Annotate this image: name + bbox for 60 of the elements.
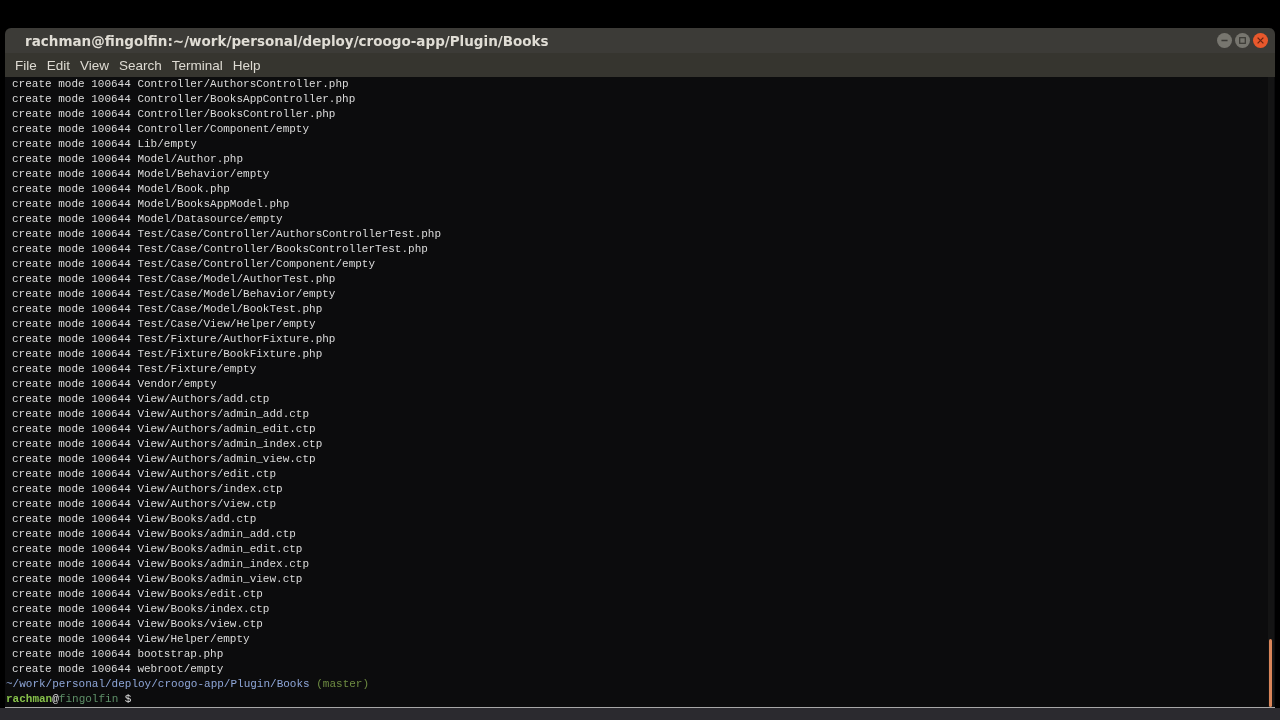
terminal-line: create mode 100644 Model/BooksAppModel.php <box>11 197 290 212</box>
terminal-line: create mode 100644 View/Authors/edit.ctp <box>11 467 277 482</box>
terminal-line: create mode 100644 Test/Case/Model/BookTest.php <box>11 302 323 317</box>
git-branch: (master) <box>316 677 370 692</box>
terminal-line: create mode 100644 View/Authors/admin_view.ctp <box>11 452 316 467</box>
terminal-line: create mode 100644 Test/Case/Controller/Component/empty <box>11 257 376 272</box>
terminal-line: create mode 100644 Test/Fixture/empty <box>11 362 257 377</box>
maximize-button[interactable] <box>1235 33 1250 48</box>
terminal-line: create mode 100644 View/Books/admin_index.ctp <box>11 557 310 572</box>
terminal-line: create mode 100644 Model/Datasource/empty <box>11 212 283 227</box>
terminal-line: create mode 100644 Model/Author.php <box>11 152 244 167</box>
terminal-line: create mode 100644 View/Books/admin_add.ctp <box>11 527 296 542</box>
terminal-line: create mode 100644 View/Books/index.ctp <box>11 602 270 617</box>
menu-item[interactable]: File <box>10 57 42 73</box>
menu-item[interactable]: Search <box>114 57 167 73</box>
terminal-line: create mode 100644 View/Books/admin_view.ctp <box>11 572 303 587</box>
terminal-line: create mode 100644 View/Books/edit.ctp <box>11 587 263 602</box>
at-sign: @ <box>52 692 59 707</box>
terminal-line: create mode 100644 View/Authors/admin_index.ctp <box>11 437 323 452</box>
prompt-host: fingolfin <box>58 692 119 707</box>
terminal-line: create mode 100644 Model/Book.php <box>11 182 230 197</box>
terminal-line: create mode 100644 Controller/Component/empty <box>11 122 310 137</box>
terminal-line: create mode 100644 Test/Case/Controller/AuthorsControllerTest.php <box>11 227 442 242</box>
menu-item[interactable]: Terminal <box>166 57 228 73</box>
terminal-line: create mode 100644 Test/Case/Model/AuthorTest.php <box>11 272 336 287</box>
terminal-line: create mode 100644 View/Books/view.ctp <box>11 617 263 632</box>
terminal-line: create mode 100644 webroot/empty <box>11 662 224 677</box>
menu-item[interactable]: Help <box>227 57 266 73</box>
terminal-line: create mode 100644 Lib/empty <box>11 137 197 152</box>
terminal-line: create mode 100644 Vendor/empty <box>11 377 217 392</box>
terminal-line: create mode 100644 Controller/BooksController.php <box>11 107 336 122</box>
terminal-line: create mode 100644 Controller/AuthorsController.php <box>11 77 349 92</box>
minimize-icon <box>1221 37 1228 44</box>
close-button[interactable] <box>1253 33 1268 48</box>
terminal-line: create mode 100644 Test/Fixture/AuthorFixture.php <box>11 332 336 347</box>
window-title: rachman@fingolfin:~/work/personal/deploy/croogo-app/Plugin/Books <box>25 32 549 49</box>
terminal-line: create mode 100644 Test/Fixture/BookFixture.php <box>11 347 323 362</box>
terminal-line: create mode 100644 Test/Case/View/Helper/empty <box>11 317 316 332</box>
terminal-line: create mode 100644 View/Books/admin_edit.ctp <box>11 542 303 557</box>
menu-item[interactable]: View <box>75 57 115 73</box>
terminal-line: create mode 100644 View/Helper/empty <box>11 632 250 647</box>
scrollbar-thumb[interactable] <box>1269 639 1272 707</box>
minimize-button[interactable] <box>1217 33 1232 48</box>
prompt-symbol: $ <box>124 692 132 707</box>
terminal-line: create mode 100644 Controller/BooksAppController.php <box>11 92 356 107</box>
working-directory: ~/work/personal/deploy/croogo-app/Plugin/Books <box>6 677 310 692</box>
terminal-line: create mode 100644 View/Authors/add.ctp <box>11 392 270 407</box>
terminal-line: create mode 100644 View/Books/add.ctp <box>11 512 257 527</box>
terminal-line: create mode 100644 View/Authors/view.ctp <box>11 497 277 512</box>
terminal-line: create mode 100644 View/Authors/admin_add.ctp <box>11 407 310 422</box>
terminal-line: create mode 100644 Model/Behavior/empty <box>11 167 270 182</box>
terminal-line: create mode 100644 View/Authors/index.ctp <box>11 482 283 497</box>
prompt-user: rachman <box>6 692 53 707</box>
terminal-line: create mode 100644 Test/Case/Controller/BooksControllerTest.php <box>11 242 428 257</box>
terminal-line: create mode 100644 Test/Case/Model/Behavior/empty <box>11 287 336 302</box>
close-icon <box>1257 37 1264 44</box>
terminal-line: create mode 100644 View/Authors/admin_edit.ctp <box>11 422 316 437</box>
maximize-icon <box>1239 37 1246 44</box>
menu-item[interactable]: Edit <box>41 57 76 73</box>
terminal-line: create mode 100644 bootstrap.php <box>11 647 224 662</box>
